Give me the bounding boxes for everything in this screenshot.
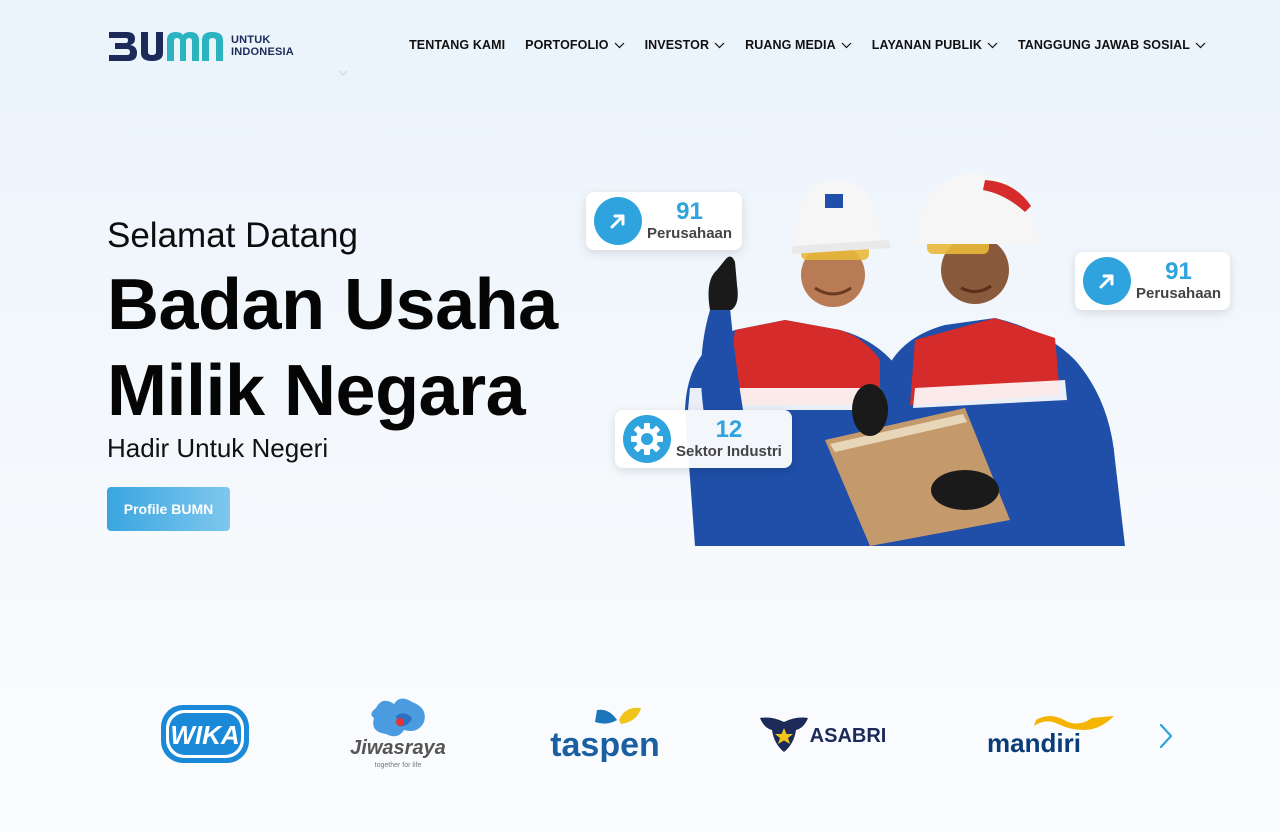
partner-logo-text: ASABRI [810,725,887,747]
arrow-up-right-icon [1083,257,1131,305]
nav-ruang-media[interactable]: RUANG MEDIA [745,38,852,52]
partner-logo-text: taspen [550,726,660,762]
partner-logo-taspen[interactable]: taspen [547,706,663,762]
stat-card-companies-1: 91 Perusahaan [586,192,742,250]
profile-bumn-button[interactable]: Profile BUMN [107,487,230,531]
chevron-down-icon [714,42,725,48]
bumn-logo[interactable]: UNTUK INDONESIA [107,28,294,64]
partner-logo-jiwasraya[interactable]: Jiwasraya together for life [338,696,458,772]
hero-headline-line1: Badan Usaha [107,265,558,345]
partner-logo-asabri[interactable]: ASABRI [758,712,888,756]
carousel-next-chevron-icon[interactable] [1156,722,1176,750]
nav-layanan-publik[interactable]: LAYANAN PUBLIK [872,38,998,52]
stat-card-companies-2: 91 Perusahaan [1075,252,1230,310]
hero-headline-line2: Milik Negara [107,351,526,431]
nav-tentang-kami[interactable]: TENTANG KAMI [409,38,505,52]
gear-icon [623,415,671,463]
chevron-down-icon [987,42,998,48]
nav-label: RUANG MEDIA [745,38,836,52]
partner-logo-wika[interactable]: WIKA [160,704,250,764]
logo-sub-line2: INDONESIA [231,46,294,58]
hero-greeting: Selamat Datang [107,216,358,255]
partner-logo-text: WIKA [170,720,239,750]
stat-number: 91 [1165,258,1192,285]
main-nav: TENTANG KAMI PORTOFOLIO INVESTOR RUANG M… [389,38,1206,52]
partner-logo-subtext: together for life [375,762,422,769]
stat-label: Perusahaan [1136,285,1222,302]
stat-number: 91 [676,198,703,225]
hero-tagline: Hadir Untuk Negeri [107,433,329,463]
partner-logo-mandiri[interactable]: mandiri [980,710,1118,758]
arrow-up-right-icon [594,197,642,245]
nav-label: TANGGUNG JAWAB SOSIAL [1017,38,1190,52]
chevron-down-icon [614,42,625,48]
chevron-down-icon [841,42,852,48]
nav-label: LAYANAN PUBLIK [871,38,982,52]
stat-card-sectors: 12 Sektor Industri [615,410,792,468]
logo-sub-line1: UNTUK [231,34,271,46]
partner-logo-text: mandiri [987,728,1081,758]
nav-label: INVESTOR [644,38,710,52]
bumn-logo-mark [109,32,223,61]
stat-label: Perusahaan [647,225,733,242]
nav-tanggung-jawab-sosial[interactable]: TANGGUNG JAWAB SOSIAL [1018,38,1206,52]
partner-logo-text: Jiwasraya [350,737,446,759]
partner-logos-carousel: WIKA Jiwasraya together for life taspen … [0,690,1280,780]
stat-label: Sektor Industri [676,443,782,460]
nav-label: TENTANG KAMI [409,38,506,52]
stat-number: 12 [715,416,743,443]
nav-investor[interactable]: INVESTOR [645,38,725,52]
nav-label: PORTOFOLIO [525,38,609,52]
chevron-down-icon [338,70,348,76]
nav-portofolio[interactable]: PORTOFOLIO [525,38,625,52]
logo-subtitle: UNTUK INDONESIA [231,34,294,58]
chevron-down-icon [1195,42,1206,48]
hero-headline: Badan Usaha Milik Negara [107,262,558,434]
